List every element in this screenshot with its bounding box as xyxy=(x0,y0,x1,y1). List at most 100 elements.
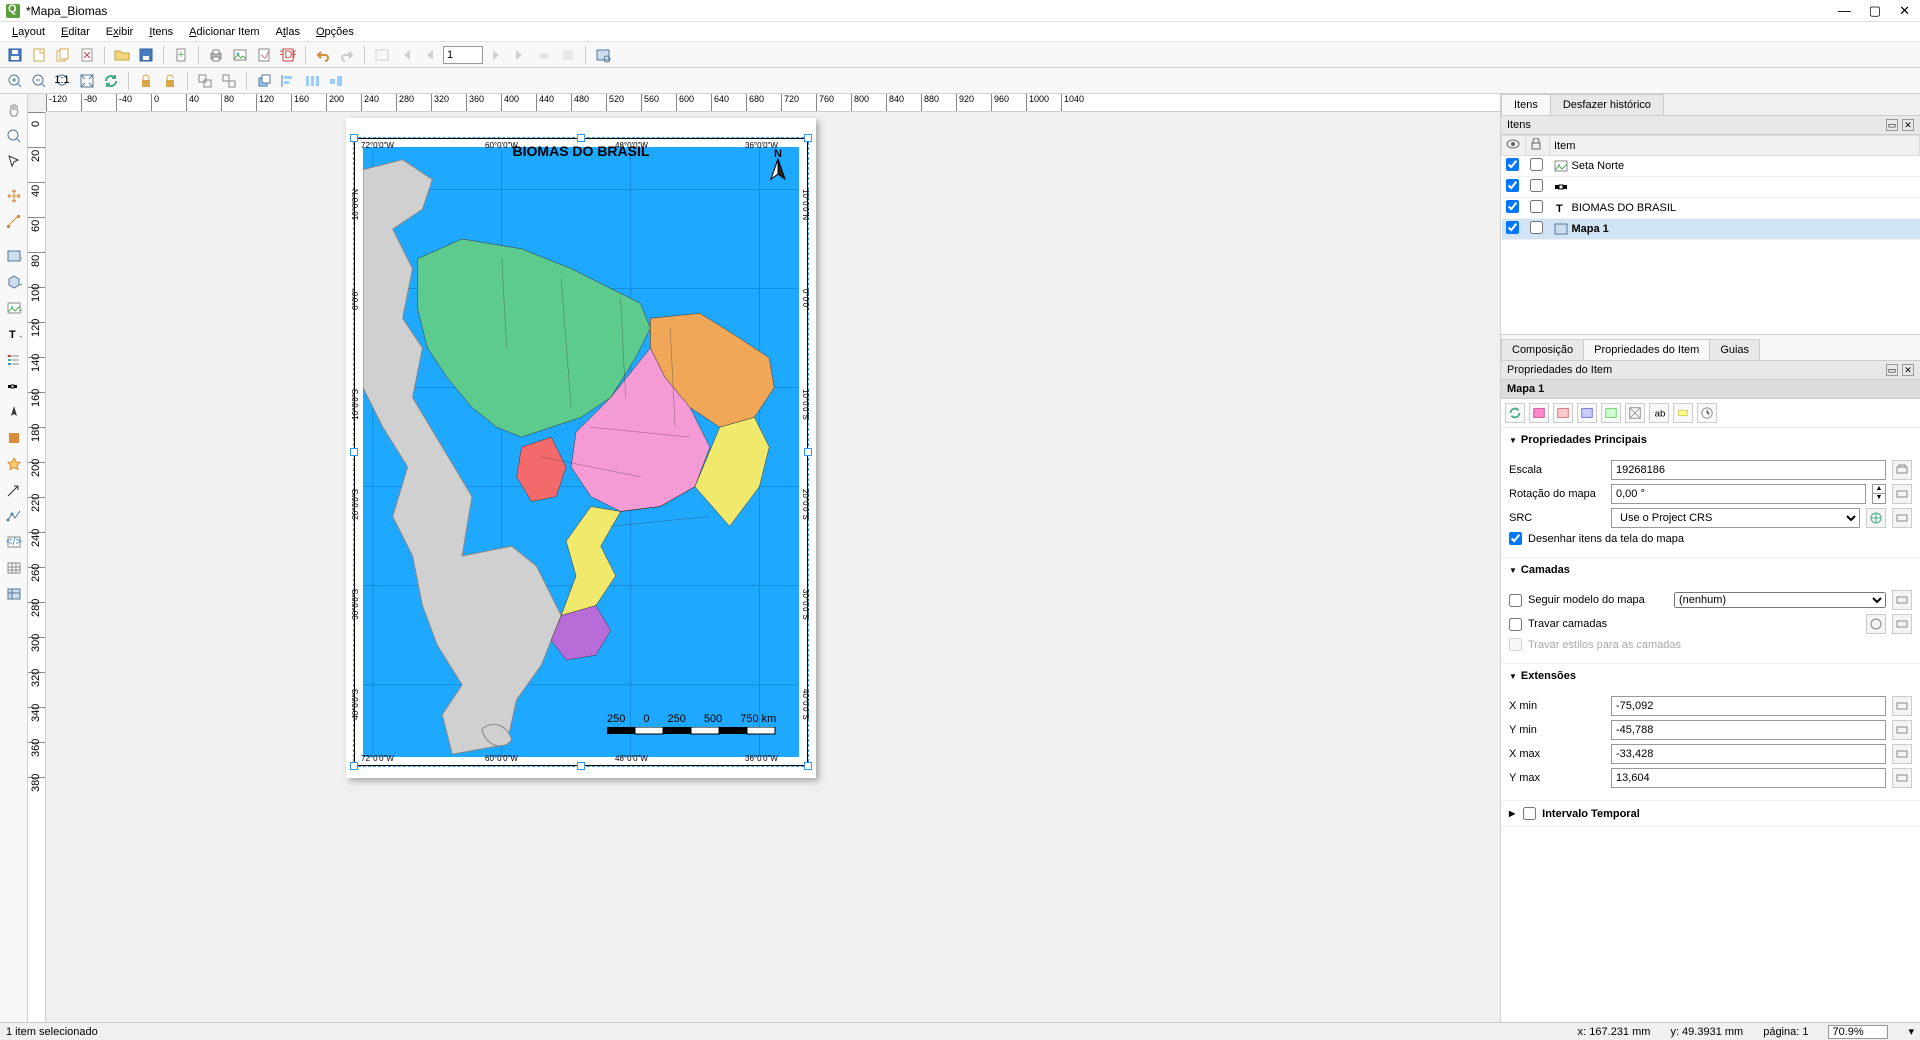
items-list[interactable]: Item Seta NorteTBIOMAS DO BRASILMapa 1 xyxy=(1501,135,1920,335)
maximize-button[interactable]: ▢ xyxy=(1869,3,1881,19)
set-extent-canvas-button[interactable] xyxy=(1529,403,1549,423)
crs-picker-button[interactable] xyxy=(1866,614,1886,634)
clip-button[interactable] xyxy=(1673,403,1693,423)
add-arrow-tool[interactable] xyxy=(2,478,26,502)
set-scale-button[interactable] xyxy=(1577,403,1597,423)
zoom-in-button[interactable] xyxy=(4,70,26,92)
atlas-prev-button[interactable] xyxy=(419,44,441,66)
edit-nodes-tool[interactable] xyxy=(2,210,26,234)
resize-handle[interactable] xyxy=(804,762,812,770)
section-header-extents[interactable]: Extensões xyxy=(1501,664,1920,688)
atlas-preview-button[interactable] xyxy=(371,44,393,66)
add-nodeitem-tool[interactable] xyxy=(2,504,26,528)
add-map-tool[interactable]: + xyxy=(2,244,26,268)
new-layout-button[interactable] xyxy=(28,44,50,66)
add-label-tool[interactable]: T+ xyxy=(2,322,26,346)
menu-itens[interactable]: Itens xyxy=(141,24,181,40)
tab-items[interactable]: Itens xyxy=(1501,94,1551,115)
view-extent-button[interactable] xyxy=(1553,403,1573,423)
interactive-edit-button[interactable] xyxy=(1625,403,1645,423)
unlock-items-button[interactable] xyxy=(159,70,181,92)
add-page-button[interactable]: + xyxy=(170,44,192,66)
item-visible-checkbox[interactable] xyxy=(1506,221,1519,234)
resize-handle[interactable] xyxy=(350,762,358,770)
data-override-button[interactable] xyxy=(1892,614,1912,634)
map-item[interactable]: BIOMAS DO BRASIL N 72°0'0"W 60°0'0"W 48°… xyxy=(354,138,808,766)
section-header-main[interactable]: Propriedades Principais xyxy=(1501,428,1920,452)
follow-map-select[interactable]: (nenhum) xyxy=(1674,592,1886,608)
spin-up[interactable]: ▲ xyxy=(1872,484,1886,494)
data-override-button[interactable] xyxy=(1892,768,1912,788)
distribute-button[interactable] xyxy=(301,70,323,92)
redo-button[interactable] xyxy=(336,44,358,66)
menu-layout[interactable]: Layout xyxy=(4,24,53,40)
save-as-button[interactable] xyxy=(135,44,157,66)
add-html-tool[interactable]: </> xyxy=(2,530,26,554)
draw-canvas-items-checkbox[interactable] xyxy=(1509,532,1522,545)
temporal-button[interactable] xyxy=(1697,403,1717,423)
group-button[interactable] xyxy=(194,70,216,92)
export-pdf-button[interactable]: PDF xyxy=(277,44,299,66)
atlas-print-button[interactable] xyxy=(533,44,555,66)
item-lock-checkbox[interactable] xyxy=(1530,158,1543,171)
labeling-button[interactable]: ab xyxy=(1649,403,1669,423)
crs-picker-button[interactable] xyxy=(1866,508,1886,528)
export-image-button[interactable] xyxy=(229,44,251,66)
resize-handle[interactable] xyxy=(804,134,812,142)
resize-handle[interactable] xyxy=(577,134,585,142)
atlas-page-input[interactable] xyxy=(443,46,483,64)
list-item[interactable]: Seta Norte xyxy=(1502,156,1920,177)
panel-close-button[interactable]: ✕ xyxy=(1902,364,1914,376)
list-item[interactable] xyxy=(1502,177,1920,198)
item-visible-checkbox[interactable] xyxy=(1506,158,1519,171)
pan-tool[interactable] xyxy=(2,98,26,122)
list-item[interactable]: Mapa 1 xyxy=(1502,219,1920,240)
rotation-input[interactable] xyxy=(1611,484,1866,504)
crs-select[interactable]: Use o Project CRS xyxy=(1611,508,1860,528)
data-override-button[interactable] xyxy=(1892,744,1912,764)
data-override-button[interactable] xyxy=(1892,508,1912,528)
close-button[interactable]: ✕ xyxy=(1899,3,1910,19)
tab-guides[interactable]: Guias xyxy=(1709,339,1760,360)
refresh-map-button[interactable] xyxy=(1505,403,1525,423)
move-content-tool[interactable] xyxy=(2,184,26,208)
tab-composition[interactable]: Composição xyxy=(1501,339,1584,360)
add-table-tool[interactable] xyxy=(2,556,26,580)
open-folder-button[interactable] xyxy=(111,44,133,66)
atlas-next-button[interactable] xyxy=(485,44,507,66)
add-3dmap-tool[interactable]: + xyxy=(2,270,26,294)
data-override-button[interactable] xyxy=(1892,720,1912,740)
duplicate-layout-button[interactable] xyxy=(52,44,74,66)
xmin-input[interactable] xyxy=(1611,696,1886,716)
zoom-extent-button[interactable] xyxy=(76,70,98,92)
refresh-button[interactable] xyxy=(100,70,122,92)
escala-input[interactable] xyxy=(1611,460,1886,480)
zoom-full-button[interactable]: 1:1 xyxy=(52,70,74,92)
ymin-input[interactable] xyxy=(1611,720,1886,740)
select-tool[interactable] xyxy=(2,150,26,174)
export-svg-button[interactable] xyxy=(253,44,275,66)
add-picture-tool[interactable]: + xyxy=(2,296,26,320)
align-button[interactable] xyxy=(277,70,299,92)
raise-button[interactable] xyxy=(253,70,275,92)
item-visible-checkbox[interactable] xyxy=(1506,200,1519,213)
atlas-settings-button[interactable] xyxy=(592,44,614,66)
resize-button[interactable] xyxy=(325,70,347,92)
add-northarrow-tool[interactable] xyxy=(2,400,26,424)
resize-handle[interactable] xyxy=(350,448,358,456)
resize-handle[interactable] xyxy=(350,134,358,142)
data-override-button[interactable] xyxy=(1892,484,1912,504)
spin-down[interactable]: ▼ xyxy=(1872,494,1886,504)
tab-undo-history[interactable]: Desfazer histórico xyxy=(1550,94,1664,115)
atlas-last-button[interactable] xyxy=(509,44,531,66)
item-lock-checkbox[interactable] xyxy=(1530,200,1543,213)
lock-layers-checkbox[interactable] xyxy=(1509,618,1522,631)
print-button[interactable] xyxy=(205,44,227,66)
resize-handle[interactable] xyxy=(577,762,585,770)
ymax-input[interactable] xyxy=(1611,768,1886,788)
menu-atlas[interactable]: Atlas xyxy=(268,24,308,40)
save-button[interactable] xyxy=(4,44,26,66)
menu-editar[interactable]: Editar xyxy=(53,24,98,40)
lock-items-button[interactable] xyxy=(135,70,157,92)
undo-button[interactable] xyxy=(312,44,334,66)
